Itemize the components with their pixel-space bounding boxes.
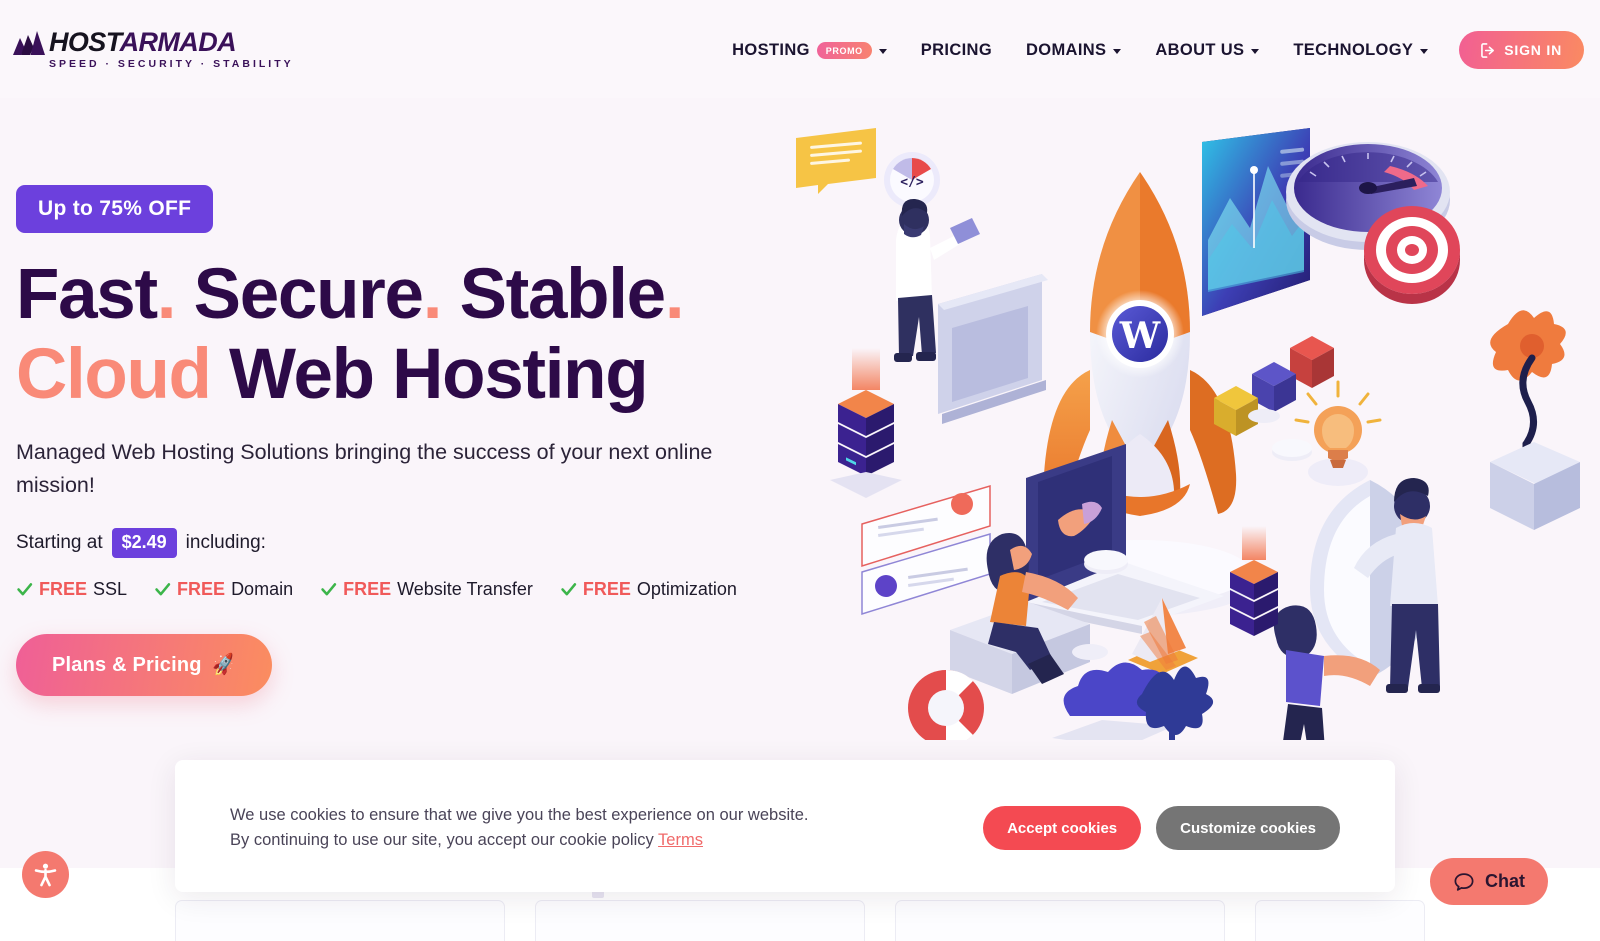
logo-word-host: HOST <box>49 27 120 57</box>
cookie-message: We use cookies to ensure that we give yo… <box>230 803 808 853</box>
headline-word-cloud: Cloud <box>16 335 212 414</box>
nav-item-hosting-label: HOSTING <box>732 40 810 59</box>
headline-word-stable: Stable <box>459 255 667 334</box>
headline-dot-3: . <box>664 255 685 334</box>
customize-cookies-button[interactable]: Customize cookies <box>1156 806 1340 850</box>
chevron-down-icon <box>1420 49 1429 54</box>
nav-item-hosting[interactable]: HOSTING PROMO <box>715 32 904 68</box>
sign-in-button[interactable]: SIGN IN <box>1459 31 1584 69</box>
nav-item-pricing-label: PRICING <box>920 40 993 59</box>
rocket-icon: 🚀 <box>210 652 238 678</box>
page-title: Fast. Secure. Stable. Cloud Web Hosting <box>16 255 816 415</box>
feature-name: Website Transfer <box>397 579 533 599</box>
starting-price-line: Starting at $2.49 including: <box>16 528 816 558</box>
nav-item-technology-label: TECHNOLOGY <box>1293 40 1414 59</box>
hero-illustration: </> W <box>790 120 1600 740</box>
feature-item-optimization: FREE Optimization <box>560 579 737 600</box>
life-ring <box>908 669 984 740</box>
headline-dot-2: . <box>422 255 443 334</box>
server-stack <box>830 348 902 498</box>
terms-link[interactable]: Terms <box>658 831 703 849</box>
cookie-message-line-2: By continuing to use our site, you accep… <box>230 828 808 853</box>
nav-item-pricing[interactable]: PRICING <box>904 32 1009 68</box>
target-dartboard <box>1364 206 1460 304</box>
nav-item-about-us[interactable]: ABOUT US <box>1138 32 1276 68</box>
feature-free-label: FREE <box>582 579 631 599</box>
cta-label: Plans & Pricing <box>52 653 202 676</box>
feature-name: Optimization <box>636 579 737 599</box>
chat-bubble-icon <box>1454 872 1474 891</box>
feature-name: SSL <box>93 579 128 599</box>
feature-card-preview[interactable] <box>175 900 505 941</box>
potted-plant <box>1490 310 1580 530</box>
monitor-board <box>938 274 1048 424</box>
check-icon <box>17 583 33 596</box>
feature-card-preview[interactable] <box>1255 900 1425 941</box>
sign-in-label: SIGN IN <box>1504 42 1562 58</box>
nav-item-domains[interactable]: DOMAINS <box>1009 32 1138 68</box>
headline-dot-1: . <box>156 255 177 334</box>
hero-subheading: Managed Web Hosting Solutions bringing t… <box>16 440 713 497</box>
feature-item-domain: FREE Domain <box>154 579 293 600</box>
feature-card-preview[interactable] <box>895 900 1225 941</box>
logo-word-armada: ARMADA <box>119 27 237 57</box>
cookie-consent-banner: We use cookies to ensure that we give yo… <box>175 760 1395 892</box>
check-icon <box>155 583 171 596</box>
nav-item-domains-label: DOMAINS <box>1026 40 1107 59</box>
logo-tagline: SPEED · SECURITY · STABILITY <box>49 58 294 70</box>
chevron-down-icon <box>1113 49 1122 54</box>
chat-label: Chat <box>1485 871 1525 891</box>
feature-item-ssl: FREE SSL <box>16 579 127 600</box>
check-icon <box>321 583 337 596</box>
promo-badge: PROMO <box>816 41 872 59</box>
hostarmada-logo-mark <box>13 31 45 55</box>
sign-in-icon <box>1481 42 1495 58</box>
svg-text:W: W <box>1119 315 1161 357</box>
chat-widget-button[interactable]: Chat <box>1430 858 1548 905</box>
feature-free-label: FREE <box>177 579 226 599</box>
accessibility-button[interactable] <box>22 851 69 898</box>
price-value: $2.49 <box>111 528 177 558</box>
feature-card-preview[interactable] <box>535 900 865 941</box>
check-icon <box>561 583 576 596</box>
chevron-down-icon <box>1251 49 1260 54</box>
cookie-message-line-1: We use cookies to ensure that we give yo… <box>230 806 809 824</box>
headline-word-web-hosting: Web Hosting <box>229 335 649 414</box>
plans-and-pricing-button[interactable]: Plans & Pricing 🚀 <box>16 634 272 696</box>
headline-word-secure: Secure <box>193 255 424 334</box>
feature-list: FREE SSL FREE Domain FREE Website Transf… <box>16 579 816 600</box>
nav-item-technology[interactable]: TECHNOLOGY <box>1276 32 1445 68</box>
feature-item-website-transfer: FREE Website Transfer <box>320 579 533 600</box>
notification-cards <box>861 484 991 616</box>
logo-wordmark: HOSTARMADA <box>49 28 294 56</box>
feature-free-label: FREE <box>39 579 88 599</box>
nav-item-about-us-label: ABOUT US <box>1155 40 1245 59</box>
cookie-message-line-2-text: By continuing to use our site, you accep… <box>230 831 654 849</box>
accept-cookies-button[interactable]: Accept cookies <box>983 806 1142 850</box>
svg-text:</>: </> <box>900 175 924 190</box>
lightbulb <box>1294 380 1382 486</box>
main-navigation: HOSTING PROMO PRICING DOMAINS ABOUT US T… <box>715 31 1584 69</box>
starting-at-label: Starting at <box>16 532 103 553</box>
headline-word-fast: Fast <box>16 255 158 334</box>
feature-free-label: FREE <box>343 579 392 599</box>
cookie-actions: Accept cookies Customize cookies <box>983 806 1340 850</box>
isometric-cloud-hosting-art: </> W <box>796 128 1580 740</box>
including-label: including: <box>185 532 266 553</box>
chevron-down-icon <box>878 49 887 54</box>
hero-content: Up to 75% OFF Fast. Secure. Stable. Clou… <box>16 185 816 696</box>
site-logo[interactable]: HOSTARMADA SPEED · SECURITY · STABILITY <box>12 28 294 71</box>
analytics-dashboard-screen <box>1202 128 1310 316</box>
discount-badge[interactable]: Up to 75% OFF <box>16 185 214 233</box>
accessibility-icon <box>34 863 57 887</box>
feature-name: Domain <box>231 579 294 599</box>
site-header: HOSTARMADA SPEED · SECURITY · STABILITY … <box>0 0 1600 98</box>
